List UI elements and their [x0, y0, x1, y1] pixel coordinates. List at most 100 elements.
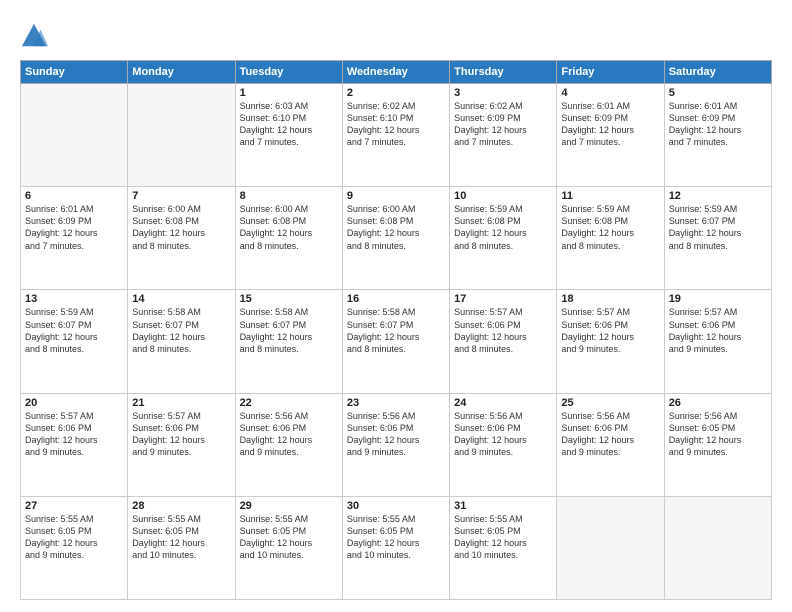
- calendar-week-2: 6Sunrise: 6:01 AM Sunset: 6:09 PM Daylig…: [21, 187, 772, 290]
- calendar-cell: 27Sunrise: 5:55 AM Sunset: 6:05 PM Dayli…: [21, 496, 128, 599]
- calendar-cell: 22Sunrise: 5:56 AM Sunset: 6:06 PM Dayli…: [235, 393, 342, 496]
- day-number: 21: [132, 397, 230, 409]
- calendar-cell: 7Sunrise: 6:00 AM Sunset: 6:08 PM Daylig…: [128, 187, 235, 290]
- calendar-header-thursday: Thursday: [450, 61, 557, 84]
- day-number: 31: [454, 500, 552, 512]
- day-number: 26: [669, 397, 767, 409]
- calendar-cell: 6Sunrise: 6:01 AM Sunset: 6:09 PM Daylig…: [21, 187, 128, 290]
- day-info: Sunrise: 5:58 AM Sunset: 6:07 PM Dayligh…: [347, 306, 445, 355]
- day-number: 6: [25, 190, 123, 202]
- calendar-cell: 16Sunrise: 5:58 AM Sunset: 6:07 PM Dayli…: [342, 290, 449, 393]
- day-info: Sunrise: 5:55 AM Sunset: 6:05 PM Dayligh…: [25, 513, 123, 562]
- day-number: 8: [240, 190, 338, 202]
- day-info: Sunrise: 5:56 AM Sunset: 6:06 PM Dayligh…: [454, 410, 552, 459]
- day-info: Sunrise: 6:01 AM Sunset: 6:09 PM Dayligh…: [669, 100, 767, 149]
- calendar-cell: [557, 496, 664, 599]
- day-number: 19: [669, 293, 767, 305]
- calendar-header-monday: Monday: [128, 61, 235, 84]
- day-info: Sunrise: 6:00 AM Sunset: 6:08 PM Dayligh…: [347, 203, 445, 252]
- calendar-cell: 23Sunrise: 5:56 AM Sunset: 6:06 PM Dayli…: [342, 393, 449, 496]
- day-number: 9: [347, 190, 445, 202]
- day-number: 28: [132, 500, 230, 512]
- day-info: Sunrise: 5:59 AM Sunset: 6:08 PM Dayligh…: [561, 203, 659, 252]
- calendar-cell: 12Sunrise: 5:59 AM Sunset: 6:07 PM Dayli…: [664, 187, 771, 290]
- calendar-week-5: 27Sunrise: 5:55 AM Sunset: 6:05 PM Dayli…: [21, 496, 772, 599]
- day-number: 23: [347, 397, 445, 409]
- calendar-cell: 17Sunrise: 5:57 AM Sunset: 6:06 PM Dayli…: [450, 290, 557, 393]
- day-info: Sunrise: 5:59 AM Sunset: 6:08 PM Dayligh…: [454, 203, 552, 252]
- day-number: 5: [669, 87, 767, 99]
- day-info: Sunrise: 5:57 AM Sunset: 6:06 PM Dayligh…: [25, 410, 123, 459]
- calendar-cell: 25Sunrise: 5:56 AM Sunset: 6:06 PM Dayli…: [557, 393, 664, 496]
- day-info: Sunrise: 5:56 AM Sunset: 6:06 PM Dayligh…: [240, 410, 338, 459]
- day-number: 2: [347, 87, 445, 99]
- day-number: 17: [454, 293, 552, 305]
- calendar-header-tuesday: Tuesday: [235, 61, 342, 84]
- calendar-cell: 8Sunrise: 6:00 AM Sunset: 6:08 PM Daylig…: [235, 187, 342, 290]
- day-info: Sunrise: 5:56 AM Sunset: 6:06 PM Dayligh…: [561, 410, 659, 459]
- calendar-week-4: 20Sunrise: 5:57 AM Sunset: 6:06 PM Dayli…: [21, 393, 772, 496]
- calendar-header-saturday: Saturday: [664, 61, 771, 84]
- calendar-cell: 15Sunrise: 5:58 AM Sunset: 6:07 PM Dayli…: [235, 290, 342, 393]
- day-number: 11: [561, 190, 659, 202]
- day-number: 27: [25, 500, 123, 512]
- logo-icon: [20, 22, 48, 50]
- calendar-cell: 24Sunrise: 5:56 AM Sunset: 6:06 PM Dayli…: [450, 393, 557, 496]
- calendar-header-sunday: Sunday: [21, 61, 128, 84]
- calendar-cell: 9Sunrise: 6:00 AM Sunset: 6:08 PM Daylig…: [342, 187, 449, 290]
- day-info: Sunrise: 5:57 AM Sunset: 6:06 PM Dayligh…: [561, 306, 659, 355]
- calendar-cell: 10Sunrise: 5:59 AM Sunset: 6:08 PM Dayli…: [450, 187, 557, 290]
- day-number: 24: [454, 397, 552, 409]
- day-info: Sunrise: 5:58 AM Sunset: 6:07 PM Dayligh…: [240, 306, 338, 355]
- day-number: 22: [240, 397, 338, 409]
- calendar-week-1: 1Sunrise: 6:03 AM Sunset: 6:10 PM Daylig…: [21, 84, 772, 187]
- page: SundayMondayTuesdayWednesdayThursdayFrid…: [0, 0, 792, 612]
- calendar-cell: [21, 84, 128, 187]
- calendar-cell: [664, 496, 771, 599]
- day-number: 4: [561, 87, 659, 99]
- day-number: 15: [240, 293, 338, 305]
- day-number: 10: [454, 190, 552, 202]
- calendar-cell: 30Sunrise: 5:55 AM Sunset: 6:05 PM Dayli…: [342, 496, 449, 599]
- day-info: Sunrise: 5:57 AM Sunset: 6:06 PM Dayligh…: [454, 306, 552, 355]
- day-number: 14: [132, 293, 230, 305]
- day-info: Sunrise: 5:59 AM Sunset: 6:07 PM Dayligh…: [669, 203, 767, 252]
- calendar-cell: 26Sunrise: 5:56 AM Sunset: 6:05 PM Dayli…: [664, 393, 771, 496]
- calendar-cell: 18Sunrise: 5:57 AM Sunset: 6:06 PM Dayli…: [557, 290, 664, 393]
- day-info: Sunrise: 5:58 AM Sunset: 6:07 PM Dayligh…: [132, 306, 230, 355]
- calendar-week-3: 13Sunrise: 5:59 AM Sunset: 6:07 PM Dayli…: [21, 290, 772, 393]
- header: [20, 18, 772, 50]
- day-info: Sunrise: 6:01 AM Sunset: 6:09 PM Dayligh…: [25, 203, 123, 252]
- calendar-header-friday: Friday: [557, 61, 664, 84]
- calendar-cell: 4Sunrise: 6:01 AM Sunset: 6:09 PM Daylig…: [557, 84, 664, 187]
- day-info: Sunrise: 5:56 AM Sunset: 6:05 PM Dayligh…: [669, 410, 767, 459]
- day-number: 7: [132, 190, 230, 202]
- calendar-cell: 11Sunrise: 5:59 AM Sunset: 6:08 PM Dayli…: [557, 187, 664, 290]
- calendar-cell: 14Sunrise: 5:58 AM Sunset: 6:07 PM Dayli…: [128, 290, 235, 393]
- day-number: 12: [669, 190, 767, 202]
- calendar-cell: 5Sunrise: 6:01 AM Sunset: 6:09 PM Daylig…: [664, 84, 771, 187]
- calendar-cell: 19Sunrise: 5:57 AM Sunset: 6:06 PM Dayli…: [664, 290, 771, 393]
- calendar-table: SundayMondayTuesdayWednesdayThursdayFrid…: [20, 60, 772, 600]
- day-number: 3: [454, 87, 552, 99]
- calendar-cell: 20Sunrise: 5:57 AM Sunset: 6:06 PM Dayli…: [21, 393, 128, 496]
- calendar-cell: 13Sunrise: 5:59 AM Sunset: 6:07 PM Dayli…: [21, 290, 128, 393]
- day-info: Sunrise: 6:02 AM Sunset: 6:09 PM Dayligh…: [454, 100, 552, 149]
- calendar-cell: 2Sunrise: 6:02 AM Sunset: 6:10 PM Daylig…: [342, 84, 449, 187]
- day-info: Sunrise: 5:59 AM Sunset: 6:07 PM Dayligh…: [25, 306, 123, 355]
- day-info: Sunrise: 5:55 AM Sunset: 6:05 PM Dayligh…: [132, 513, 230, 562]
- day-info: Sunrise: 5:57 AM Sunset: 6:06 PM Dayligh…: [132, 410, 230, 459]
- logo: [20, 22, 52, 50]
- calendar-cell: 1Sunrise: 6:03 AM Sunset: 6:10 PM Daylig…: [235, 84, 342, 187]
- calendar-cell: 31Sunrise: 5:55 AM Sunset: 6:05 PM Dayli…: [450, 496, 557, 599]
- day-number: 18: [561, 293, 659, 305]
- day-info: Sunrise: 6:00 AM Sunset: 6:08 PM Dayligh…: [240, 203, 338, 252]
- day-info: Sunrise: 6:02 AM Sunset: 6:10 PM Dayligh…: [347, 100, 445, 149]
- calendar-cell: 29Sunrise: 5:55 AM Sunset: 6:05 PM Dayli…: [235, 496, 342, 599]
- day-number: 13: [25, 293, 123, 305]
- calendar-cell: 21Sunrise: 5:57 AM Sunset: 6:06 PM Dayli…: [128, 393, 235, 496]
- calendar-header-wednesday: Wednesday: [342, 61, 449, 84]
- day-number: 20: [25, 397, 123, 409]
- day-info: Sunrise: 6:00 AM Sunset: 6:08 PM Dayligh…: [132, 203, 230, 252]
- day-info: Sunrise: 5:55 AM Sunset: 6:05 PM Dayligh…: [347, 513, 445, 562]
